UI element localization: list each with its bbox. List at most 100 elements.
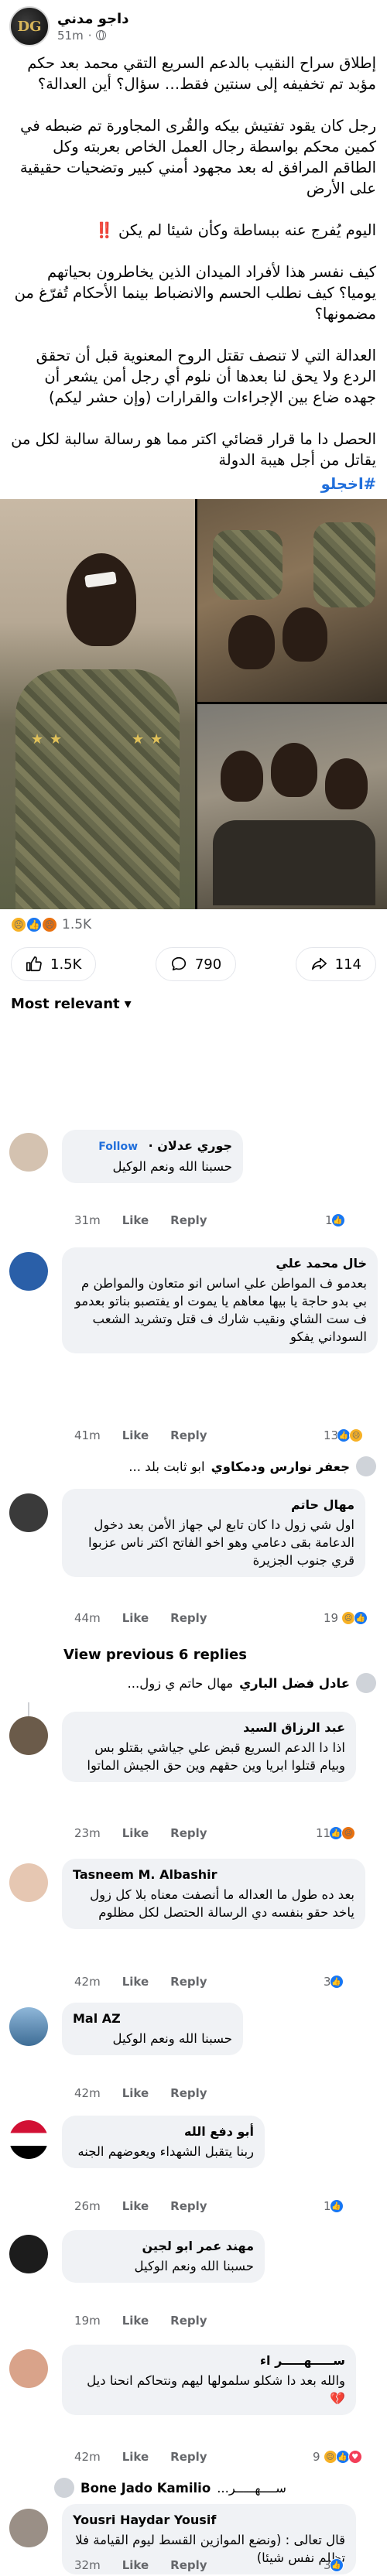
comment-reply-button[interactable]: Reply — [170, 1611, 207, 1625]
reply-preview[interactable]: جعفر نوارس ودمكاوي ابو ثابت بلد ... — [128, 1456, 376, 1476]
comment-reaction-count[interactable]: 9 ☹ 👍 ♥ — [313, 2450, 362, 2464]
post-time[interactable]: 51m — [57, 29, 84, 43]
comment-sort-dropdown[interactable]: Most relevant ▾ — [0, 988, 387, 1025]
comment-icon — [171, 956, 186, 971]
comment-reply-button[interactable]: Reply — [170, 2199, 207, 2213]
person-shape — [228, 615, 275, 669]
comment-reply-button[interactable]: Reply — [170, 1975, 207, 1989]
reply-preview[interactable]: عادل فضل الباري مهال حاتم ي زول... — [127, 1673, 376, 1693]
commenter-avatar[interactable] — [9, 1716, 48, 1755]
comment-reply-button[interactable]: Reply — [170, 1428, 207, 1442]
comment-meta: 44m Like Reply — [74, 1611, 207, 1625]
post-meta: 51m · — [57, 29, 128, 43]
reply-snippet: ســــهـــــر... — [217, 2480, 286, 2496]
post-paragraph-text: اليوم يُفرج عنه ببساطة وكأن شيئا لم يكن — [118, 221, 376, 239]
share-button[interactable]: 114 — [295, 947, 376, 981]
comment-reply-button[interactable]: Reply — [170, 1826, 207, 1840]
commenter-name[interactable]: أبو دفع الله — [73, 2123, 254, 2140]
comment-reaction-count[interactable]: 13 👍 ☹ — [324, 1428, 364, 1442]
comment-like-button[interactable]: Like — [122, 2199, 149, 2213]
comment-reply-button[interactable]: Reply — [170, 2558, 207, 2572]
commenter-name[interactable]: عبد الرزاق السيد — [73, 1719, 345, 1736]
comment-reply-button[interactable]: Reply — [170, 2314, 207, 2328]
comment-meta: 23m Like Reply — [74, 1826, 207, 1840]
comment-reaction-count[interactable]: 19 ☹ 👍 — [324, 1611, 368, 1625]
comment-like-button[interactable]: Like — [122, 2086, 149, 2100]
commenter-name[interactable]: مهند عمر ابو لجين — [73, 2238, 254, 2255]
comment-reaction-count[interactable]: 3 👍 — [324, 1975, 344, 1989]
author-name[interactable]: داجو مدني — [57, 11, 128, 27]
commenter-name[interactable]: Yousri Haydar Yousif — [73, 2512, 345, 2529]
reply-avatar — [356, 1673, 376, 1693]
comment-button[interactable]: 790 — [155, 947, 237, 981]
commenter-avatar[interactable] — [9, 2235, 48, 2273]
comment-like-button[interactable]: Like — [122, 2558, 149, 2572]
commenter-avatar[interactable] — [9, 2349, 48, 2388]
comment-like-button[interactable]: Like — [122, 1975, 149, 1989]
comment-like-button[interactable]: Like — [122, 2314, 149, 2328]
uniform-shape — [213, 530, 283, 600]
author-avatar[interactable]: DG — [9, 6, 50, 46]
comment-bubble: Tasneem M. Albashir بعد ده طول ما العدال… — [62, 1859, 365, 1929]
comment-like-button[interactable]: Like — [122, 1611, 149, 1625]
commenter-avatar[interactable] — [9, 2007, 48, 2046]
double-exclamation-icon: ‼️ — [94, 221, 114, 239]
comment-like-button[interactable]: Like — [122, 1826, 149, 1840]
comment-bubble: أبو دفع الله ربنا يتقبل الشهداء ويعوضهم … — [62, 2116, 265, 2168]
angry-reaction-icon: ☹ — [341, 1826, 356, 1840]
commenter-name[interactable]: مهال حاتم — [73, 1497, 354, 1514]
person-shape — [271, 743, 317, 797]
commenter-avatar[interactable] — [9, 2509, 48, 2547]
comment-text: حسبنا الله ونعم الوكيل — [112, 1159, 232, 1174]
commenter-avatar[interactable] — [9, 1133, 48, 1172]
post-paragraph: اليوم يُفرج عنه ببساطة وكأن شيئا لم يكن … — [11, 220, 376, 241]
comment-count: 790 — [194, 956, 222, 973]
like-reaction-icon: 👍 — [329, 2558, 344, 2572]
comment-bubble: Mal AZ حسبنا الله ونعم الوكيل — [62, 2003, 243, 2055]
commenter-name[interactable]: ســـــهـــــر اء — [73, 2352, 345, 2369]
reply-snippet: مهال حاتم ي زول... — [127, 1675, 234, 1691]
facebook-post-page: DG داجو مدني 51m · إطلاق سراح النقيب بال… — [0, 0, 387, 2576]
comment-reaction-count[interactable]: 3 👍 — [324, 2558, 344, 2572]
comment-like-button[interactable]: Like — [122, 1428, 149, 1442]
comment-reaction-count[interactable]: 1 👍 — [325, 1213, 345, 1227]
commenter-avatar[interactable] — [9, 1493, 48, 1532]
reply-preview[interactable]: Bone Jado Kamilio ســــهـــــر... — [54, 2478, 286, 2498]
comment-like-button[interactable]: Like — [122, 1213, 149, 1227]
commenter-name[interactable]: Mal AZ — [73, 2010, 232, 2027]
like-reaction-icon: 👍 — [329, 1975, 344, 1989]
view-previous-replies-link[interactable]: View previous 6 replies — [63, 1647, 247, 1663]
reaction-summary[interactable]: ☹ 👍 ☹ 1.5K — [0, 909, 387, 940]
author-block: داجو مدني 51m · — [57, 11, 128, 43]
comment-bubble: عبد الرزاق السيد اذا دا الدعم السريع قبض… — [62, 1712, 356, 1782]
photo-detainees[interactable] — [197, 499, 387, 702]
commenter-avatar[interactable] — [9, 2120, 48, 2159]
reply-author: Bone Jado Kamilio — [80, 2480, 211, 2496]
comment-time: 26m — [74, 2199, 101, 2213]
comment-reply-button[interactable]: Reply — [170, 2086, 207, 2100]
follow-button[interactable]: Follow — [98, 1141, 138, 1153]
reply-avatar — [356, 1456, 376, 1476]
comment-reply-button[interactable]: Reply — [170, 1213, 207, 1227]
like-button[interactable]: 1.5K — [11, 947, 97, 981]
commenter-avatar[interactable] — [9, 1252, 48, 1291]
hashtag-link[interactable]: #اخجلو — [11, 474, 376, 494]
comment-meta: 42m Like Reply — [74, 2086, 207, 2100]
comment-bubble: ســـــهـــــر اء والله بعد دا شكلو سلمول… — [62, 2345, 356, 2415]
commenter-name-text: جوري عدلان — [157, 1138, 232, 1153]
like-icon — [26, 956, 42, 972]
commenter-avatar[interactable] — [9, 1863, 48, 1902]
comment-reply-button[interactable]: Reply — [170, 2450, 207, 2464]
like-reaction-icon: 👍 — [329, 2199, 344, 2213]
commenter-name[interactable]: خال محمد علي — [73, 1255, 367, 1272]
commenter-name[interactable]: جوري عدلان · Follow — [73, 1137, 232, 1155]
commenter-name[interactable]: Tasneem M. Albashir — [73, 1866, 354, 1883]
comment-reaction-count[interactable]: 1 👍 — [324, 2199, 344, 2213]
comment-meta: 32m Like Reply — [74, 2558, 207, 2572]
comment-text: اذا دا الدعم السريع قبض علي جياشي بقتلو … — [87, 1740, 345, 1773]
photo-group[interactable] — [197, 704, 387, 909]
reply-author: جعفر نوارس ودمكاوي — [211, 1459, 350, 1474]
comment-like-button[interactable]: Like — [122, 2450, 149, 2464]
comment-reaction-count[interactable]: 11 👍 ☹ — [316, 1826, 356, 1840]
photo-soldier-portrait[interactable]: ★ ★ ★ ★ — [0, 499, 195, 909]
